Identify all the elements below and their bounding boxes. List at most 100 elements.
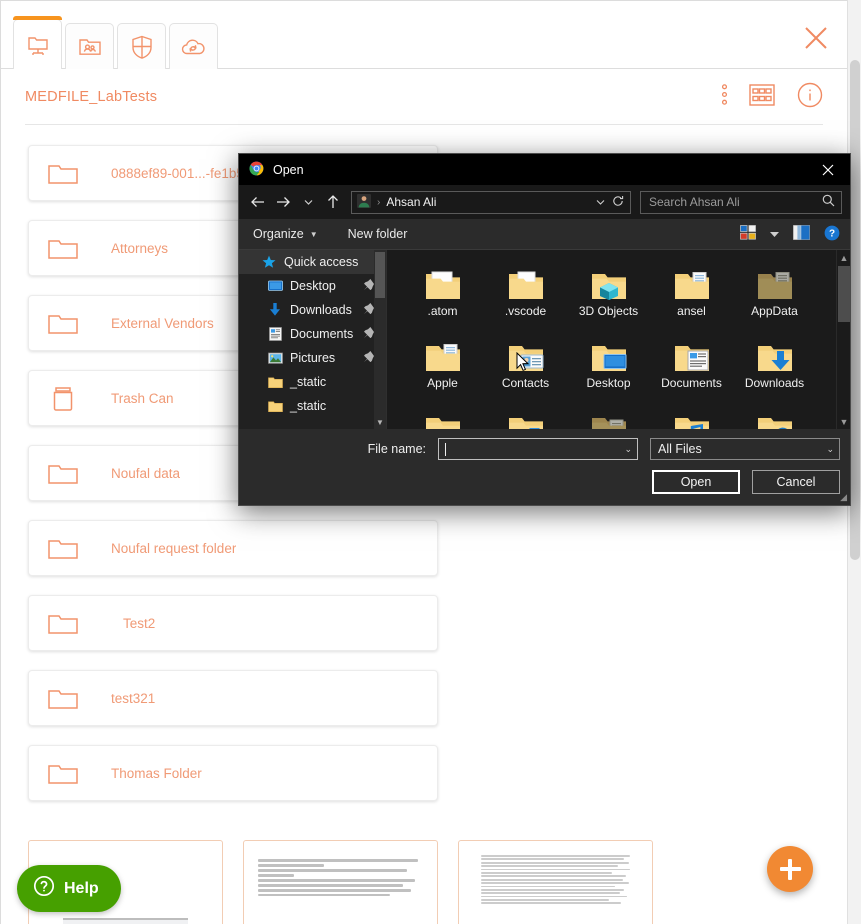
page-scrollbar-thumb[interactable] [850, 60, 860, 560]
view-dropdown-icon[interactable] [770, 227, 779, 241]
folder-blank-icon [507, 258, 545, 302]
resize-grip-icon[interactable]: ◢ [840, 492, 847, 503]
sidebar-item-pictures[interactable]: Pictures [239, 346, 386, 370]
search-input[interactable]: Search Ahsan Ali [640, 190, 842, 214]
file-item[interactable]: Downloads [733, 330, 816, 398]
folder-row[interactable]: Test2 [28, 595, 438, 651]
file-item[interactable]: Desktop [567, 330, 650, 398]
tab-shared-files[interactable] [65, 23, 114, 69]
dialog-close-button[interactable] [806, 154, 850, 185]
grid-view-icon[interactable] [749, 83, 775, 111]
folder-icon [45, 533, 81, 563]
back-button[interactable] [247, 190, 269, 214]
folder-row[interactable]: Noufal request folder [28, 520, 438, 576]
pin-icon[interactable] [364, 279, 374, 293]
search-icon [822, 194, 835, 210]
file-label: .vscode [504, 304, 547, 318]
sidebar-scrollbar[interactable]: ▲ ▼ [374, 250, 386, 429]
forward-button[interactable] [272, 190, 294, 214]
folder-name: Trash Can [111, 390, 174, 406]
folder-name: Test2 [123, 615, 156, 631]
chrome-icon [249, 161, 264, 179]
file-item[interactable]: Contacts [484, 330, 567, 398]
folder-3dobjects-icon [590, 258, 628, 302]
document-thumbnail-report[interactable] [458, 840, 653, 924]
file-item[interactable]: 3D Objects [567, 258, 650, 326]
info-icon[interactable] [797, 82, 823, 113]
scroll-down-icon[interactable]: ▼ [374, 416, 386, 429]
scroll-up-icon[interactable]: ▲ [837, 250, 850, 265]
folder-row[interactable]: test321 [28, 670, 438, 726]
cancel-button[interactable]: Cancel [752, 470, 840, 494]
file-item[interactable] [401, 402, 484, 429]
file-item[interactable] [650, 402, 733, 429]
close-window-button[interactable] [799, 21, 833, 55]
dialog-title: Open [273, 162, 304, 177]
folder-links-icon [507, 402, 545, 429]
filename-input[interactable]: ⌄ [438, 438, 638, 460]
file-item[interactable] [484, 402, 567, 429]
organize-button[interactable]: Organize ▼ [253, 227, 318, 241]
more-options-icon[interactable] [721, 84, 728, 110]
sidebar-scrollbar-thumb[interactable] [375, 252, 385, 298]
file-grid-scrollbar-thumb[interactable] [838, 266, 850, 322]
file-item[interactable]: .atom [401, 258, 484, 326]
preview-pane-icon[interactable] [793, 225, 810, 243]
sidebar-item-label: Pictures [290, 351, 336, 365]
file-label: Apple [427, 376, 458, 390]
file-item[interactable]: Apple [401, 330, 484, 398]
file-label: Documents [661, 376, 722, 390]
chevron-down-icon[interactable]: ⌄ [624, 444, 632, 455]
address-dropdown-icon[interactable] [596, 195, 605, 209]
folder-row[interactable]: Thomas Folder [28, 745, 438, 801]
folder-name: Thomas Folder [111, 765, 202, 781]
scroll-down-icon[interactable]: ▼ [837, 414, 850, 429]
new-folder-button[interactable]: New folder [348, 227, 408, 241]
sidebar-item-static-1[interactable]: _static [239, 370, 386, 394]
header-actions [721, 82, 823, 113]
sidebar-item-quick-access[interactable]: Quick access [239, 250, 386, 274]
file-label: 3D Objects [578, 304, 639, 318]
refresh-icon[interactable] [612, 195, 624, 210]
open-button[interactable]: Open [652, 470, 740, 494]
filetype-value: All Files [658, 442, 702, 456]
tab-cloud-sync[interactable] [169, 23, 218, 69]
folder-icon [45, 758, 81, 788]
sidebar-item-downloads[interactable]: Downloads [239, 298, 386, 322]
file-grid-scrollbar[interactable]: ▲ ▼ [836, 250, 850, 429]
dialog-sidebar: Quick access Desktop Downloads Documents… [239, 250, 387, 429]
help-circle-icon[interactable]: ? [824, 225, 840, 244]
help-button[interactable]: Help [17, 865, 121, 912]
filetype-select[interactable]: All Files ⌄ [650, 438, 840, 460]
dialog-footer: File name: ⌄ All Files ⌄ Open Cancel ◢ [239, 429, 850, 505]
file-item[interactable]: .vscode [484, 258, 567, 326]
up-button[interactable] [322, 190, 344, 214]
pictures-icon [267, 350, 283, 366]
folder-icon [45, 233, 81, 263]
dialog-title-bar[interactable]: Open [239, 154, 850, 185]
sidebar-item-desktop[interactable]: Desktop [239, 274, 386, 298]
file-item[interactable]: ansel [650, 258, 733, 326]
file-item[interactable] [733, 402, 816, 429]
file-item[interactable]: AppData [733, 258, 816, 326]
tab-secure-files[interactable] [117, 23, 166, 69]
pin-icon[interactable] [364, 351, 374, 365]
folder-icon [45, 458, 81, 488]
pin-icon[interactable] [364, 303, 374, 317]
sidebar-item-label: _static [290, 399, 327, 413]
tab-strip [1, 1, 847, 70]
recent-locations-button[interactable] [297, 190, 319, 214]
tab-my-files[interactable] [13, 16, 62, 70]
folder-contacts-icon [507, 330, 545, 374]
add-button[interactable] [767, 846, 813, 892]
user-avatar-icon [357, 193, 371, 211]
pin-icon[interactable] [364, 327, 374, 341]
address-bar[interactable]: › Ahsan Ali [351, 190, 631, 214]
folder-name: Noufal request folder [111, 540, 237, 556]
view-layout-icon[interactable] [740, 225, 756, 243]
sidebar-item-documents[interactable]: Documents [239, 322, 386, 346]
file-item[interactable]: Documents [650, 330, 733, 398]
file-item[interactable] [567, 402, 650, 429]
document-thumbnail-certificate[interactable] [243, 840, 438, 924]
sidebar-item-static-2[interactable]: _static [239, 394, 386, 418]
